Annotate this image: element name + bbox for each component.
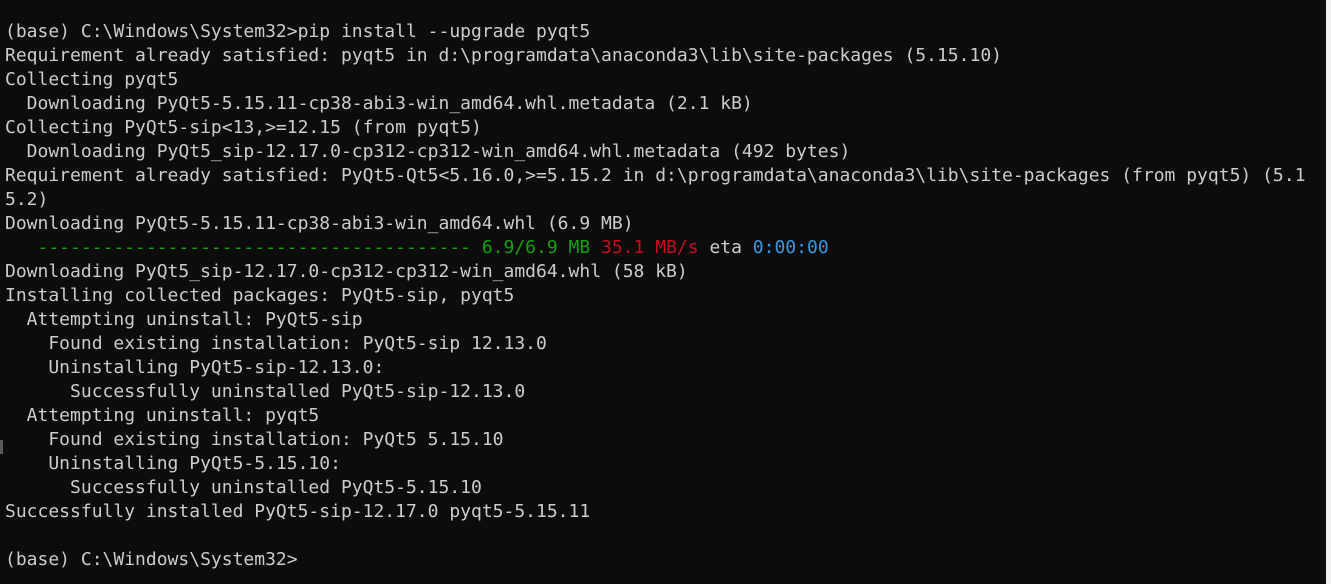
terminal-line: 5.2): [5, 189, 49, 210]
terminal-line: Uninstalling PyQt5-5.15.10:: [5, 453, 341, 474]
download-speed: 35.1 MB/s: [601, 237, 699, 258]
terminal-line: Successfully uninstalled PyQt5-sip-12.13…: [5, 381, 526, 402]
command-prompt[interactable]: (base) C:\Windows\System32>: [5, 548, 1326, 572]
terminal-line: Uninstalling PyQt5-sip-12.13.0:: [5, 357, 385, 378]
terminal-line: Successfully uninstalled PyQt5-5.15.10: [5, 477, 482, 498]
terminal-line: Requirement already satisfied: pyqt5 in …: [5, 45, 1002, 66]
eta-label: eta: [709, 237, 742, 258]
terminal-line: Found existing installation: PyQt5-sip 1…: [5, 333, 547, 354]
terminal-line: Successfully installed PyQt5-sip-12.17.0…: [5, 501, 591, 522]
terminal-output[interactable]: (base) C:\Windows\System32>pip install -…: [0, 0, 1326, 584]
terminal-line: Installing collected packages: PyQt5-sip…: [5, 285, 515, 306]
terminal-line: Found existing installation: PyQt5 5.15.…: [5, 429, 504, 450]
scrollbar[interactable]: [1326, 0, 1331, 584]
terminal-line: (base) C:\Windows\System32>pip install -…: [5, 21, 591, 42]
terminal-line: Attempting uninstall: PyQt5-sip: [5, 309, 363, 330]
terminal-line: Requirement already satisfied: PyQt5-Qt5…: [5, 165, 1306, 186]
terminal-line: Collecting PyQt5-sip<13,>=12.15 (from py…: [5, 117, 482, 138]
terminal-line: Downloading PyQt5_sip-12.17.0-cp312-cp31…: [5, 261, 688, 282]
terminal-line: Attempting uninstall: pyqt5: [5, 405, 320, 426]
window-edge-marker: [0, 440, 3, 454]
download-progress-line: ----------------------------------------…: [5, 236, 1326, 260]
terminal-line: Downloading PyQt5-5.15.11-cp38-abi3-win_…: [5, 93, 753, 114]
terminal-line: Downloading PyQt5-5.15.11-cp38-abi3-win_…: [5, 213, 634, 234]
terminal-line: Collecting pyqt5: [5, 69, 179, 90]
progress-bar: ----------------------------------------: [5, 237, 482, 258]
terminal-line: Downloading PyQt5_sip-12.17.0-cp312-cp31…: [5, 141, 851, 162]
eta-value: 0:00:00: [752, 237, 829, 258]
download-size: 6.9/6.9 MB: [481, 237, 591, 258]
